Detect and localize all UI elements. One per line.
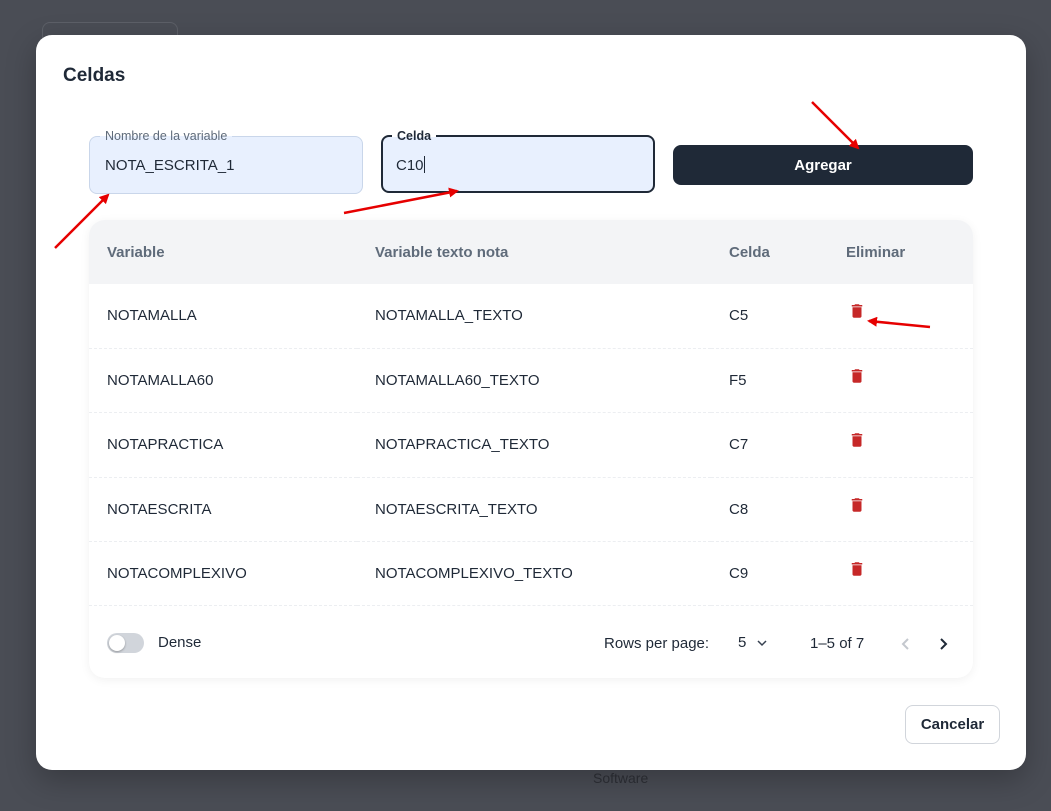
cell-label: Celda: [392, 128, 437, 144]
cancel-button[interactable]: Cancelar: [905, 705, 1000, 744]
table-row: NOTACOMPLEXIVO NOTACOMPLEXIVO_TEXTO C9: [89, 542, 973, 606]
cell-variable-text: NOTACOMPLEXIVO_TEXTO: [375, 565, 573, 583]
dense-toggle[interactable]: [107, 633, 144, 653]
table-pagination: Dense Rows per page: 5 1–5 of 7: [89, 606, 973, 678]
cell-delete: [828, 348, 973, 412]
variable-name-field[interactable]: Nombre de la variable NOTA_ESCRITA_1: [89, 128, 363, 194]
page-range: 1–5 of 7: [810, 635, 865, 652]
cell-input-value: C10: [396, 157, 424, 174]
trash-icon[interactable]: [848, 367, 866, 385]
background-text: Software: [593, 770, 649, 786]
cell-variable: NOTACOMPLEXIVO: [107, 565, 247, 583]
trash-icon[interactable]: [848, 302, 866, 320]
cell-variable-text: NOTAMALLA60_TEXTO: [375, 372, 540, 390]
cell-input[interactable]: C10: [396, 156, 636, 174]
toggle-knob: [109, 635, 125, 651]
cells-dialog: Celdas Nombre de la variable NOTA_ESCRIT…: [36, 35, 1026, 770]
chevron-down-icon[interactable]: [756, 637, 768, 649]
table-header-row: Variable Variable texto nota Celda Elimi…: [89, 220, 973, 284]
variable-name-label: Nombre de la variable: [100, 128, 233, 144]
cell-variable-text: NOTAMALLA_TEXTO: [375, 307, 523, 325]
dialog-title: Celdas: [63, 65, 126, 86]
cell-cell: C5: [729, 307, 749, 325]
text-caret: [423, 156, 425, 173]
cell-cell: C8: [729, 500, 749, 518]
cells-table: Variable Variable texto nota Celda Elimi…: [89, 220, 973, 606]
cell-delete: [828, 284, 973, 348]
trash-icon[interactable]: [848, 431, 866, 449]
cell-cell: C9: [729, 565, 749, 583]
cell-variable: NOTAESCRITA: [107, 500, 212, 518]
table-row: NOTAMALLA60 NOTAMALLA60_TEXTO F5: [89, 348, 973, 413]
chevron-right-icon[interactable]: [934, 635, 952, 653]
cell-delete: [828, 413, 973, 477]
add-button[interactable]: Agregar: [673, 145, 973, 185]
table-row: NOTAESCRITA NOTAESCRITA_TEXTO C8: [89, 477, 973, 542]
rows-per-page-label: Rows per page:: [604, 635, 710, 652]
cell-variable-text: NOTAPRACTICA_TEXTO: [375, 436, 550, 454]
dense-label: Dense: [158, 634, 202, 651]
cell-cell: F5: [729, 372, 747, 390]
header-variable: Variable: [107, 243, 165, 261]
cell-variable-text: NOTAESCRITA_TEXTO: [375, 500, 538, 518]
variable-name-input[interactable]: NOTA_ESCRITA_1: [105, 157, 345, 174]
header-variable-text: Variable texto nota: [375, 243, 509, 261]
cell-variable: NOTAPRACTICA: [107, 436, 224, 454]
header-delete: Eliminar: [846, 243, 906, 261]
cell-variable: NOTAMALLA60: [107, 372, 214, 390]
cell-cell: C7: [729, 436, 749, 454]
trash-icon[interactable]: [848, 560, 866, 578]
cell-delete: [828, 542, 973, 606]
table-row: NOTAMALLA NOTAMALLA_TEXTO C5: [89, 284, 973, 349]
cells-table-card: Variable Variable texto nota Celda Elimi…: [89, 220, 973, 678]
cell-delete: [828, 477, 973, 541]
cell-variable: NOTAMALLA: [107, 307, 197, 325]
table-row: NOTAPRACTICA NOTAPRACTICA_TEXTO C7: [89, 413, 973, 478]
chevron-left-icon[interactable]: [897, 635, 915, 653]
cell-field[interactable]: Celda C10: [381, 128, 655, 193]
rows-per-page-select[interactable]: 5: [738, 634, 746, 651]
trash-icon[interactable]: [848, 496, 866, 514]
header-cell: Celda: [729, 243, 770, 261]
